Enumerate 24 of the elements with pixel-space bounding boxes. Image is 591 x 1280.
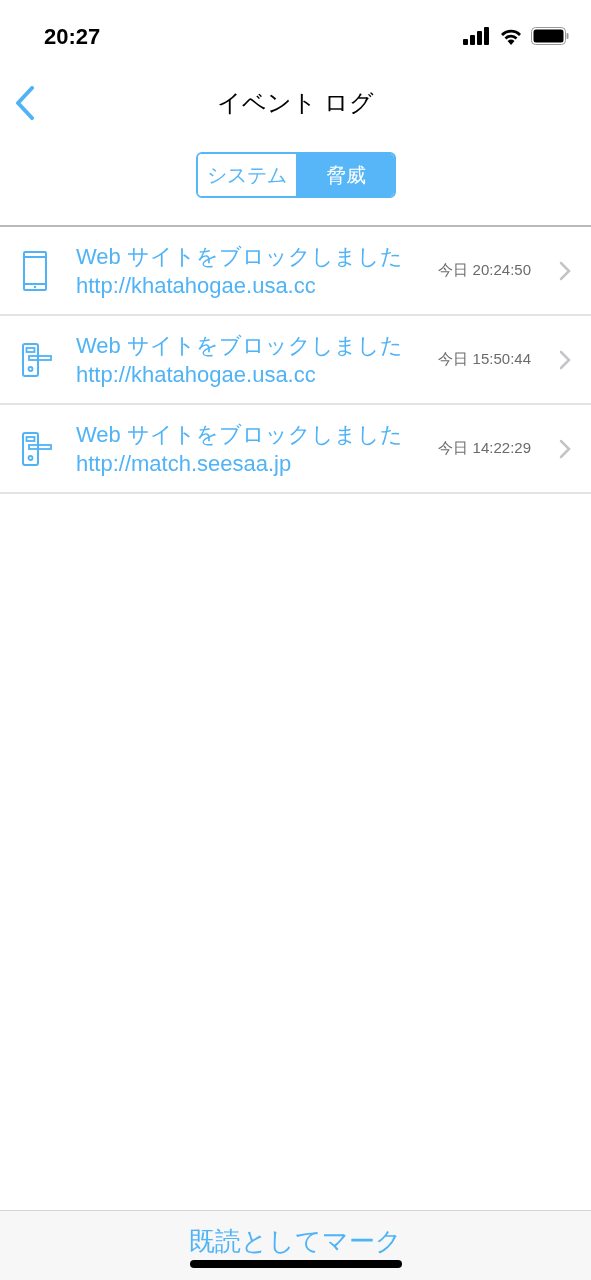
wifi-icon <box>499 27 523 45</box>
chevron-icon <box>559 260 571 281</box>
event-title: Web サイトをブロックしました <box>76 242 404 271</box>
screen-title: イベント ログ <box>217 88 374 118</box>
event-url: http://khatahogae.usa.cc <box>76 360 317 389</box>
event-url: http://khatahogae.usa.cc <box>76 271 317 300</box>
event-row[interactable]: Web サイトをブロックしました http://khatahogae.usa.cc 今日 15:50:44 <box>0 316 591 405</box>
chevron-icon <box>559 438 571 459</box>
event-title: Web サイトをブロックしました <box>76 331 404 360</box>
event-url: http://match.seesaa.jp <box>76 449 293 478</box>
back-icon <box>15 86 35 120</box>
event-time: 今日 15:50:44 <box>438 349 531 370</box>
phone-icon <box>22 250 48 291</box>
battery-icon <box>531 27 569 45</box>
event-time: 今日 14:22:29 <box>438 438 531 459</box>
event-row[interactable]: Web サイトをブロックしました http://match.seesaa.jp 今日 14:22:29 <box>0 405 591 494</box>
event-title: Web サイトをブロックしました <box>76 420 404 449</box>
signal-icon <box>463 27 491 45</box>
status-time: 20:27 <box>44 22 101 51</box>
event-time: 今日 20:24:50 <box>438 260 531 281</box>
chevron-icon <box>559 349 571 370</box>
door-lock-icon <box>22 431 52 466</box>
event-row[interactable]: Web サイトをブロックしました http://khatahogae.usa.cc 今日 20:24:50 <box>0 227 591 316</box>
door-lock-icon <box>22 342 52 377</box>
